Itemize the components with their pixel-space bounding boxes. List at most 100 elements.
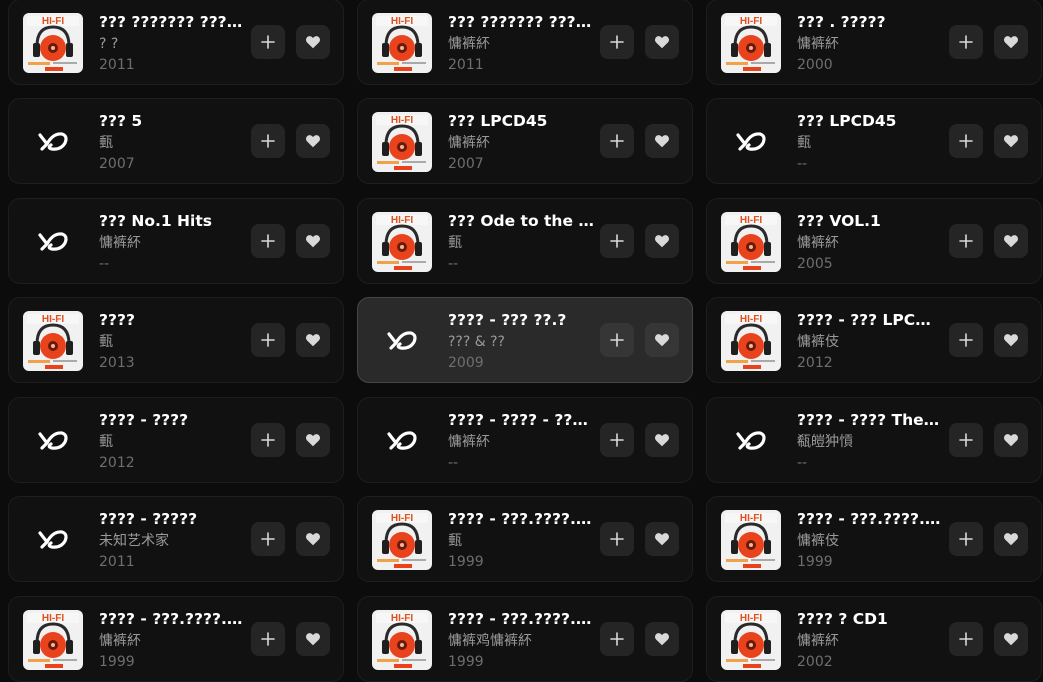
album-title[interactable]: ???? - ???.????.??? <box>448 609 594 630</box>
album-card[interactable]: HI-FI ??? VOL.1 慵裤紑 2005 <box>706 198 1042 284</box>
add-button[interactable] <box>949 224 983 258</box>
like-button[interactable] <box>645 25 679 59</box>
add-button[interactable] <box>949 522 983 556</box>
like-button[interactable] <box>645 622 679 656</box>
album-card[interactable]: HI-FI ???? - ???.????.??? 慵裤伎 1999 <box>706 496 1042 582</box>
like-button[interactable] <box>645 224 679 258</box>
add-button[interactable] <box>949 622 983 656</box>
album-artist[interactable]: ??? & ?? <box>448 331 594 353</box>
album-artist[interactable]: 瓻皚狆愩 <box>797 431 943 453</box>
album-card[interactable]: HI-FI ???? ? CD1 慵裤紑 2002 <box>706 596 1042 682</box>
album-title[interactable]: ??? . ????? <box>797 12 943 33</box>
album-artist[interactable]: 慵裤紑 <box>797 630 943 652</box>
album-artist[interactable]: 慵裤紑 <box>797 232 943 254</box>
like-button[interactable] <box>994 25 1028 59</box>
album-artist[interactable]: 慵裤紑 <box>797 33 943 55</box>
album-card[interactable]: HI-FI ???? - ???.????.??? 慵裤鸡慵裤紑 1999 <box>357 596 693 682</box>
add-button[interactable] <box>600 323 634 357</box>
like-button[interactable] <box>645 423 679 457</box>
add-button[interactable] <box>600 124 634 158</box>
album-artist[interactable]: 甀 <box>99 331 245 353</box>
album-card[interactable]: ???? - ???? - ?????? 慵裤紑 -- <box>357 397 693 483</box>
album-cover[interactable]: HI-FI <box>372 510 432 570</box>
album-cover[interactable]: HI-FI <box>372 212 432 272</box>
album-cover[interactable] <box>372 311 432 371</box>
album-title[interactable]: ??? VOL.1 <box>797 211 943 232</box>
album-artist[interactable]: 慵裤紑 <box>448 132 594 154</box>
album-card[interactable]: HI-FI ???? - ???.????.??? 慵裤紑 1999 <box>8 596 344 682</box>
album-artist[interactable]: 未知艺术家 <box>99 530 245 552</box>
album-cover[interactable]: HI-FI <box>721 311 781 371</box>
album-card[interactable]: HI-FI ??? . ????? 慵裤紑 2000 <box>706 0 1042 85</box>
album-cover[interactable]: HI-FI <box>721 212 781 272</box>
album-title[interactable]: ???? - ????? <box>99 509 245 530</box>
album-cover[interactable]: HI-FI <box>372 610 432 670</box>
album-artist[interactable]: ? ? <box>99 33 245 55</box>
album-title[interactable]: ??? Ode to the Sea <box>448 211 594 232</box>
album-cover[interactable]: HI-FI <box>372 13 432 73</box>
album-cover[interactable]: HI-FI <box>23 311 83 371</box>
album-title[interactable]: ???? - ???? The Best <box>797 410 943 431</box>
album-cover[interactable]: HI-FI <box>721 510 781 570</box>
album-cover[interactable] <box>721 411 781 471</box>
add-button[interactable] <box>600 25 634 59</box>
album-artist[interactable]: 甀 <box>99 132 245 154</box>
album-artist[interactable]: 慵裤紑 <box>99 232 245 254</box>
album-cover[interactable]: HI-FI <box>372 112 432 172</box>
add-button[interactable] <box>251 124 285 158</box>
like-button[interactable] <box>645 323 679 357</box>
add-button[interactable] <box>251 224 285 258</box>
album-card[interactable]: HI-FI ???? - ???.????.??? 甀 1999 <box>357 496 693 582</box>
album-artist[interactable]: 甀 <box>797 132 943 154</box>
album-artist[interactable]: 甀 <box>448 232 594 254</box>
album-cover[interactable] <box>23 112 83 172</box>
album-title[interactable]: ???? <box>99 310 245 331</box>
album-artist[interactable]: 慵裤紑 <box>448 33 594 55</box>
album-title[interactable]: ???? - ???.????.??? <box>99 609 245 630</box>
like-button[interactable] <box>296 25 330 59</box>
add-button[interactable] <box>949 124 983 158</box>
album-title[interactable]: ??? LPCD45 <box>448 111 594 132</box>
like-button[interactable] <box>296 124 330 158</box>
album-cover[interactable]: HI-FI <box>721 13 781 73</box>
add-button[interactable] <box>251 423 285 457</box>
album-card[interactable]: HI-FI ??? ??????? ???2??? ? 2011 <box>8 0 344 85</box>
album-artist[interactable]: 甀 <box>448 530 594 552</box>
album-artist[interactable]: 慵裤伎 <box>797 331 943 353</box>
add-button[interactable] <box>600 622 634 656</box>
add-button[interactable] <box>600 522 634 556</box>
album-title[interactable]: ???? - ???.????.??? <box>448 509 594 530</box>
album-card[interactable]: HI-FI ??? ??????? ???2?? 慵裤紑 2011 <box>357 0 693 85</box>
album-cover[interactable] <box>721 112 781 172</box>
like-button[interactable] <box>994 224 1028 258</box>
like-button[interactable] <box>645 522 679 556</box>
album-card[interactable]: ???? - ???? 甀 2012 <box>8 397 344 483</box>
add-button[interactable] <box>251 323 285 357</box>
add-button[interactable] <box>949 423 983 457</box>
album-card[interactable]: ??? No.1 Hits 慵裤紑 -- <box>8 198 344 284</box>
album-title[interactable]: ???? - ???? - ?????? <box>448 410 594 431</box>
album-title[interactable]: ???? - ??? LPCD45 <box>797 310 943 331</box>
album-cover[interactable]: HI-FI <box>23 13 83 73</box>
like-button[interactable] <box>994 622 1028 656</box>
like-button[interactable] <box>994 423 1028 457</box>
album-card[interactable]: HI-FI???? 甀 2013 <box>8 297 344 383</box>
like-button[interactable] <box>994 522 1028 556</box>
album-cover[interactable] <box>23 212 83 272</box>
like-button[interactable] <box>296 622 330 656</box>
album-card[interactable]: ??? 5 甀 2007 <box>8 98 344 184</box>
album-title[interactable]: ??? No.1 Hits <box>99 211 245 232</box>
like-button[interactable] <box>994 124 1028 158</box>
album-title[interactable]: ???? ? CD1 <box>797 609 943 630</box>
album-card[interactable]: ???? - ????? 未知艺术家 2011 <box>8 496 344 582</box>
album-cover[interactable] <box>372 411 432 471</box>
album-cover[interactable] <box>23 411 83 471</box>
add-button[interactable] <box>251 25 285 59</box>
album-artist[interactable]: 慵裤鸡慵裤紑 <box>448 630 594 652</box>
add-button[interactable] <box>600 224 634 258</box>
add-button[interactable] <box>251 522 285 556</box>
album-artist[interactable]: 慵裤伎 <box>797 530 943 552</box>
album-card[interactable]: ???? - ??? ??.???? & ?? 2009 <box>357 297 693 383</box>
like-button[interactable] <box>994 323 1028 357</box>
album-title[interactable]: ??? LPCD45 <box>797 111 943 132</box>
